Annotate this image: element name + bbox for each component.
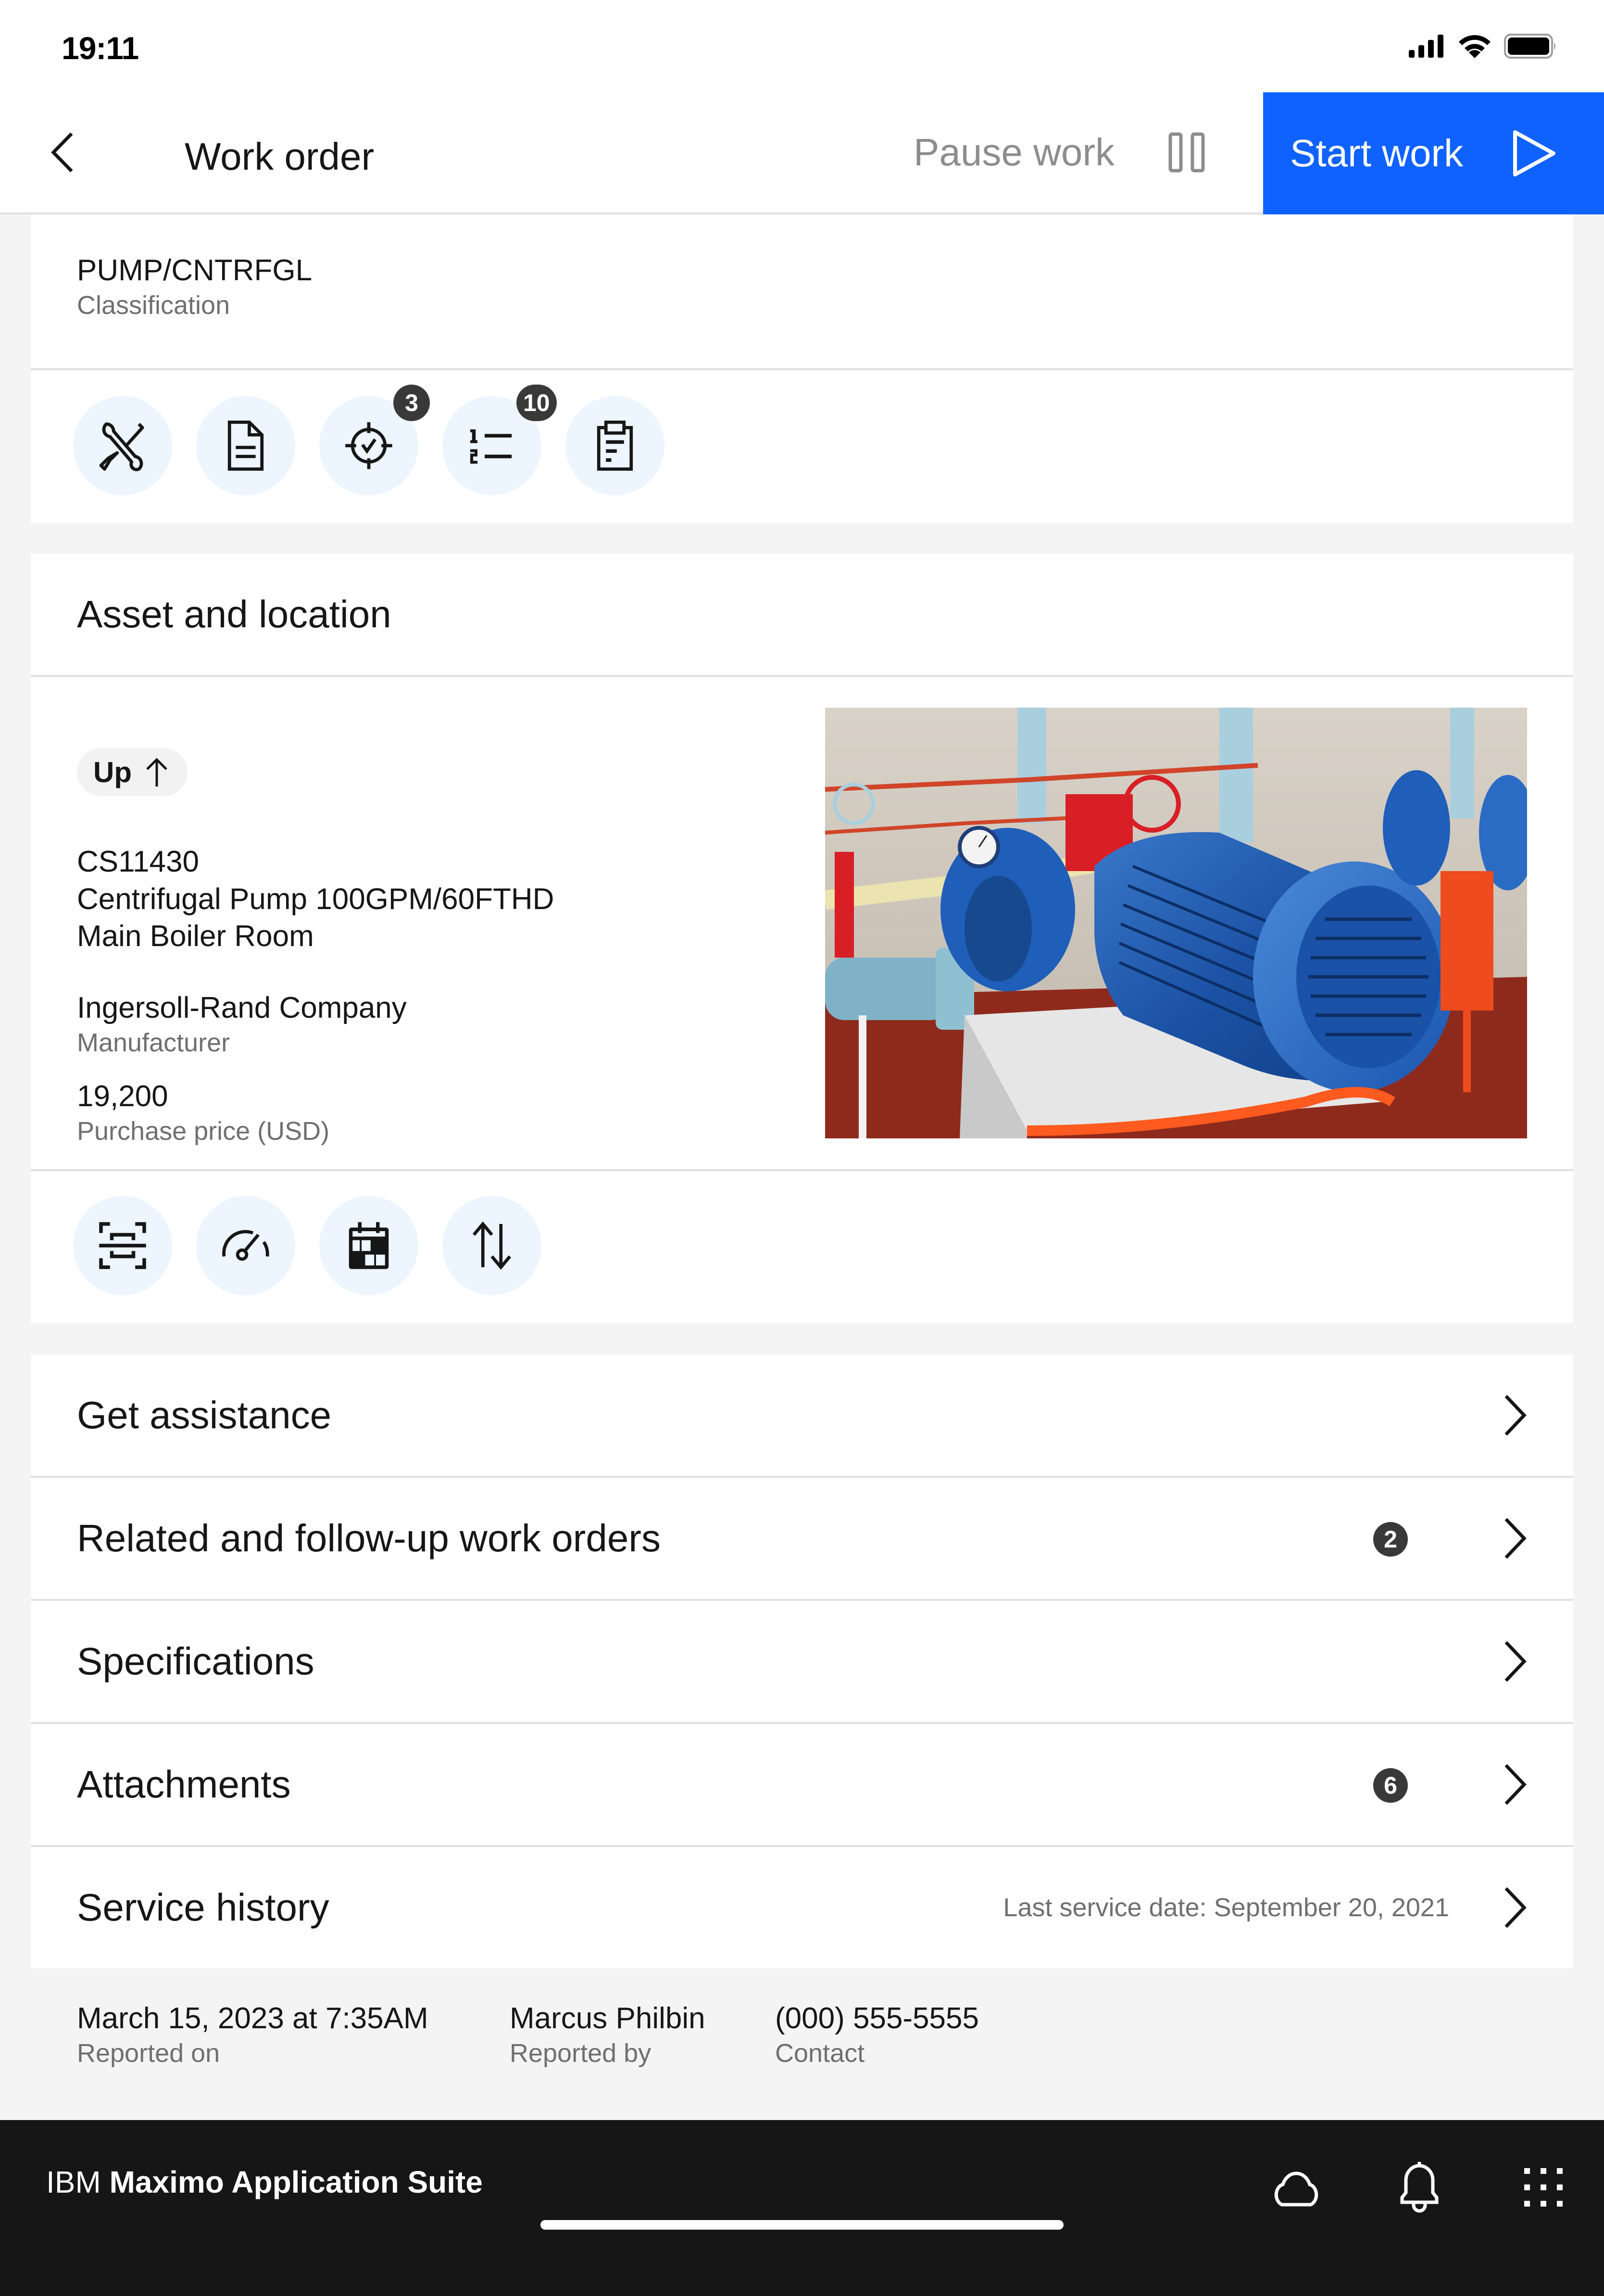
clipboard-icon xyxy=(597,420,633,471)
list-item-get-assistance[interactable]: Get assistance xyxy=(31,1355,1573,1476)
reported-on-field: March 15, 2023 at 7:35AM Reported on xyxy=(77,2000,428,2070)
tools-button[interactable] xyxy=(73,396,172,495)
asset-details: Up CS11430 Centrifugal Pump 100GPM/60FTH… xyxy=(31,677,1573,1169)
reported-on-value: March 15, 2023 at 7:35AM xyxy=(77,2002,428,2035)
pause-work-button[interactable]: Pause work xyxy=(914,92,1241,212)
numbered-list-icon xyxy=(470,429,512,464)
app-switcher-icon xyxy=(1524,2168,1563,2207)
calendar-icon xyxy=(349,1222,389,1269)
asset-id: CS11430 xyxy=(77,845,199,878)
pump-photo-image xyxy=(825,708,1527,1138)
purchase-price-label: Purchase price (USD) xyxy=(77,1116,330,1146)
chevron-right-icon xyxy=(1504,1887,1527,1928)
report-button[interactable] xyxy=(565,396,664,495)
play-icon xyxy=(1513,130,1556,176)
meters-button[interactable] xyxy=(196,1196,295,1295)
status-bar: 19:11 xyxy=(0,0,1604,92)
app-header: Work order Pause work Start work xyxy=(0,92,1604,214)
classification-field: PUMP/CNTRFGL Classification xyxy=(77,252,312,322)
brand-name: Maximo Application Suite xyxy=(109,2165,483,2199)
list-item-label: Service history xyxy=(77,1886,329,1929)
product-brand: IBM Maximo Application Suite xyxy=(46,2164,483,2200)
scan-icon xyxy=(99,1222,146,1269)
list-item-label: Get assistance xyxy=(77,1394,332,1436)
assessment-badge: 3 xyxy=(393,385,430,421)
manufacturer-value: Ingersoll-Rand Company xyxy=(77,991,407,1024)
asset-identity: CS11430 Centrifugal Pump 100GPM/60FTHD M… xyxy=(77,843,554,955)
reported-by-label: Reported by xyxy=(510,2038,652,2068)
pause-work-label: Pause work xyxy=(914,131,1115,174)
document-icon xyxy=(227,420,264,471)
chevron-left-icon xyxy=(51,132,73,173)
list-item-label: Attachments xyxy=(77,1763,291,1806)
sync-cloud-button[interactable] xyxy=(1263,2154,1330,2221)
list-item-attachments[interactable]: Attachments 6 xyxy=(31,1724,1573,1845)
target-check-icon xyxy=(345,422,392,469)
last-service-date: Last service date: September 20, 2021 xyxy=(1003,1893,1449,1922)
tools-icon xyxy=(99,422,144,472)
manufacturer-field: Ingersoll-Rand Company Manufacturer xyxy=(77,989,407,1059)
status-icons xyxy=(1409,34,1558,59)
list-item-service-history[interactable]: Service history Last service date: Septe… xyxy=(31,1847,1573,1968)
cellular-signal-icon xyxy=(1409,35,1443,58)
count-badge: 6 xyxy=(1373,1768,1408,1803)
asset-location: Main Boiler Room xyxy=(77,920,314,953)
bottom-app-bar: IBM Maximo Application Suite xyxy=(0,2120,1604,2296)
tasks-badge: 10 xyxy=(516,385,557,421)
cloud-icon xyxy=(1274,2171,1318,2207)
details-button[interactable] xyxy=(196,396,295,495)
list-item-label: Related and follow-up work orders xyxy=(77,1517,661,1560)
back-button[interactable] xyxy=(43,126,82,179)
notification-bell-icon xyxy=(1400,2162,1439,2213)
asset-status-label: Up xyxy=(93,756,132,788)
asset-photo[interactable] xyxy=(825,708,1527,1138)
home-indicator[interactable] xyxy=(540,2220,1064,2230)
report-info: March 15, 2023 at 7:35AM Reported on Mar… xyxy=(0,1970,1604,2120)
data-transfer-button[interactable] xyxy=(442,1196,541,1295)
battery-icon xyxy=(1504,34,1555,59)
manufacturer-label: Manufacturer xyxy=(77,1028,230,1057)
classification-value: PUMP/CNTRFGL xyxy=(77,254,313,287)
asset-description: Centrifugal Pump 100GPM/60FTHD xyxy=(77,882,554,916)
asset-location-card: Asset and location Up CS11430 Centrifuga… xyxy=(31,554,1573,1323)
classification-label: Classification xyxy=(77,290,230,320)
reported-by-field: Marcus Philbin Reported by xyxy=(510,2000,705,2070)
asset-status-tag: Up xyxy=(77,748,188,796)
chevron-right-icon xyxy=(1504,1395,1527,1436)
page-title: Work order xyxy=(185,135,375,178)
arrows-up-down-icon xyxy=(472,1221,512,1270)
chevron-right-icon xyxy=(1504,1518,1527,1559)
brand-prefix: IBM xyxy=(46,2165,101,2199)
start-work-button[interactable]: Start work xyxy=(1263,92,1604,214)
contact-label: Contact xyxy=(775,2038,865,2068)
purchase-price-field: 19,200 Purchase price (USD) xyxy=(77,1078,329,1148)
count-badge: 2 xyxy=(1373,1522,1408,1557)
schedule-button[interactable] xyxy=(319,1196,418,1295)
list-item-label: Specifications xyxy=(77,1640,314,1683)
pause-icon xyxy=(1168,132,1205,173)
contact-field: (000) 555-5555 Contact xyxy=(775,2000,979,2070)
chevron-right-icon xyxy=(1504,1641,1527,1682)
contact-value[interactable]: (000) 555-5555 xyxy=(775,2000,979,2037)
notifications-button[interactable] xyxy=(1386,2154,1453,2221)
arrow-up-icon xyxy=(146,758,167,786)
reported-on-label: Reported on xyxy=(77,2038,220,2068)
purchase-price-value: 19,200 xyxy=(77,1080,168,1113)
chevron-right-icon xyxy=(1504,1764,1527,1805)
reported-by-value: Marcus Philbin xyxy=(510,2002,705,2035)
scan-button[interactable] xyxy=(73,1196,172,1295)
divider xyxy=(31,368,1573,370)
section-title: Asset and location xyxy=(77,593,391,636)
status-time: 19:11 xyxy=(62,30,139,66)
list-item-related-work-orders[interactable]: Related and follow-up work orders 2 xyxy=(31,1478,1573,1599)
start-work-label: Start work xyxy=(1290,132,1464,175)
work-order-summary-card: PUMP/CNTRFGL Classification 3 10 xyxy=(31,214,1573,523)
wifi-icon xyxy=(1459,35,1491,58)
list-item-specifications[interactable]: Specifications xyxy=(31,1601,1573,1722)
app-switcher-button[interactable] xyxy=(1510,2154,1577,2221)
divider xyxy=(31,1169,1573,1171)
meter-gauge-icon xyxy=(222,1230,269,1261)
